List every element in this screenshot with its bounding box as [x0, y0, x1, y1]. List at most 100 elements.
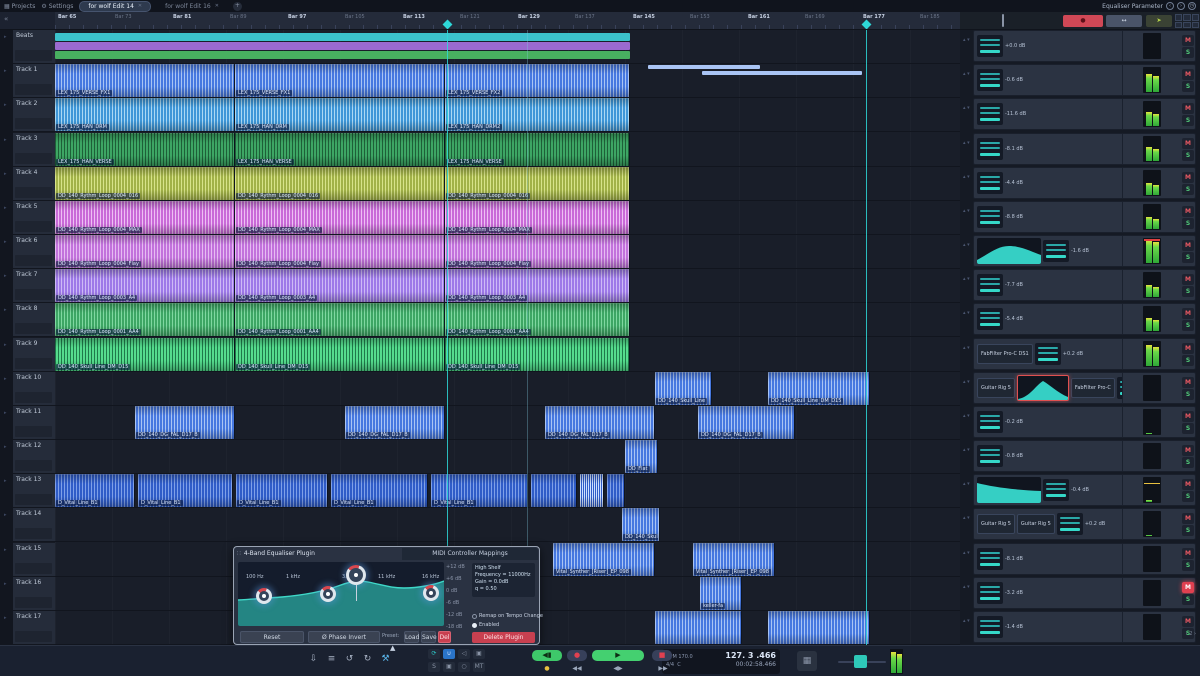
audio-clip[interactable]: [607, 474, 625, 507]
playhead-line[interactable]: [866, 30, 867, 645]
plugin-slot-area[interactable]: Guitar Rig 5FabFilter Pro-C: [974, 373, 1123, 403]
mixer-strip-row[interactable]: -1.4 dBMS: [973, 611, 1196, 643]
eq-band-knob[interactable]: [423, 585, 439, 601]
track-header[interactable]: Track 12: [13, 440, 55, 474]
collapse-tracks-icon[interactable]: «: [4, 15, 8, 23]
audio-clip[interactable]: D_Vital_Line_B1: [431, 474, 528, 507]
solo-button[interactable]: S: [1182, 457, 1194, 468]
reset-button[interactable]: Reset: [240, 631, 304, 643]
track-header[interactable]: Track 1: [13, 64, 55, 98]
volume-db-label[interactable]: -0.6 dB: [1005, 77, 1023, 83]
mini-clip[interactable]: [702, 71, 862, 75]
track-lane[interactable]: LEX_175_HAN_DRMLEX_175_HAN_DRMLEX_175_HA…: [55, 98, 960, 132]
mute-button[interactable]: M: [1182, 513, 1194, 524]
solo-button[interactable]: S: [1182, 525, 1194, 536]
plugin-button[interactable]: FabFilter Pro-C DS1: [977, 344, 1033, 364]
plugin-thumbnail[interactable]: [1043, 479, 1069, 501]
monitor-mode-button[interactable]: ➤: [1146, 15, 1172, 27]
mute-button[interactable]: M: [1182, 103, 1194, 114]
volume-db-label[interactable]: +0.0 dB: [1005, 43, 1025, 49]
plugin-thumbnail[interactable]: [977, 138, 1003, 160]
audio-clip[interactable]: DD_140_Skull_Line_DM_D15: [55, 338, 235, 371]
delete-plugin-button[interactable]: Delete Plugin: [472, 632, 535, 643]
drag-grip-icon[interactable]: ∷: [234, 550, 244, 557]
audio-clip[interactable]: DD_140_Rythm_Loop_0004_Flay: [235, 235, 445, 268]
audio-clip[interactable]: DD_140_Rythm_Loop_0003_A4: [55, 269, 235, 302]
audio-clip[interactable]: D_Vital_Line_B1: [236, 474, 328, 507]
volume-db-label[interactable]: -0.8 dB: [1005, 453, 1023, 459]
audio-clip[interactable]: DD_140_Rythm_Loop_0004_016: [55, 167, 235, 200]
mixer-strip-row[interactable]: -0.4 dBMS: [973, 474, 1196, 506]
master-monitor-button[interactable]: ▦: [797, 651, 817, 671]
mixer-strip-row[interactable]: -0.6 dBMS: [973, 64, 1196, 96]
edit-tab-inactive[interactable]: for wolf Edit 16 ✕: [157, 2, 227, 11]
plugin-thumbnail[interactable]: [977, 103, 1003, 125]
track-lane[interactable]: DD_140_DG_FAL_D17_BDD_140_DG_FAL_D17_BDD…: [55, 406, 960, 440]
mute-button[interactable]: M: [1182, 69, 1194, 80]
track-lane[interactable]: DD_140_Skull_LineDD_140_Skull_Line_DM_D1…: [55, 372, 960, 406]
ruler-bar-label[interactable]: Bar 129: [518, 14, 540, 20]
solo-button[interactable]: S: [1182, 594, 1194, 605]
track-header[interactable]: Track 15: [13, 543, 55, 577]
preset-save-button[interactable]: Save: [421, 631, 436, 643]
audio-clip[interactable]: DD_140_DG_FAL_D17_B: [345, 406, 445, 439]
audio-clip[interactable]: DD_140_Rythm_Loop_0001_AA4: [55, 303, 235, 336]
audio-clip[interactable]: keller-fa: [700, 577, 742, 610]
mute-button[interactable]: M: [1182, 411, 1194, 422]
plugin-slot-area[interactable]: -0.6 dB: [974, 65, 1123, 95]
audio-clip[interactable]: DD_140_Skull_Line_DM_D15: [768, 372, 870, 405]
volume-db-label[interactable]: -8.1 dB: [1005, 556, 1023, 562]
audio-clip[interactable]: [655, 611, 742, 644]
track-header[interactable]: Track 13: [13, 474, 55, 508]
lock-toggle[interactable]: ▣: [473, 649, 485, 659]
track-lane[interactable]: D_Vital_Line_B1D_Vital_Line_B1D_Vital_Li…: [55, 474, 960, 508]
mute-button[interactable]: M: [1182, 206, 1194, 217]
list-icon[interactable]: ≡: [324, 654, 339, 664]
enabled-radio[interactable]: Enabled: [472, 622, 499, 628]
solo-button[interactable]: S: [1182, 252, 1194, 263]
beats-stripe-clip[interactable]: [55, 51, 630, 59]
audio-clip[interactable]: LEX_175_HAN_DRM2: [445, 98, 630, 131]
eq-band-knob[interactable]: [256, 588, 272, 604]
audio-clip[interactable]: LEX_175_VERSE_FX1: [55, 64, 235, 97]
projects-button[interactable]: ▦ Projects: [4, 3, 35, 10]
timeline-ruler[interactable]: Bar 65Bar 73Bar 81Bar 89Bar 97Bar 105Bar…: [55, 12, 960, 30]
timeline-marker-icon[interactable]: [862, 20, 872, 30]
ruler-bar-label[interactable]: Bar 121: [460, 14, 480, 20]
audio-clip[interactable]: DD_140_Skull_Gt: [622, 508, 660, 541]
mute-button[interactable]: M: [1182, 343, 1194, 354]
plugin-slot-area[interactable]: FabFilter Pro-C DS1+0.2 dB: [974, 339, 1123, 369]
new-tab-button[interactable]: +: [233, 2, 242, 11]
metronome-button[interactable]: ●: [540, 664, 554, 673]
mute-button[interactable]: M: [1182, 274, 1194, 285]
track-header[interactable]: Track 5: [13, 201, 55, 235]
plugin-button[interactable]: Guitar Rig 5: [977, 378, 1015, 398]
track-header[interactable]: Track 4: [13, 167, 55, 201]
equaliser-plugin-window[interactable]: ∷ 4-Band Equaliser Plugin MIDI Controlle…: [233, 546, 540, 645]
plugin-slot-area[interactable]: -0.4 dB: [974, 475, 1123, 505]
bars-beats-display[interactable]: 127. 3 .466: [725, 651, 776, 660]
track-lane[interactable]: DD_140_Rythm_Loop_0004_FlayDD_140_Rythm_…: [55, 235, 960, 269]
volume-db-label[interactable]: +0.2 dB: [1085, 521, 1105, 527]
track-lane[interactable]: DD_140_Rythm_Loop_0001_AA4DD_140_Rythm_L…: [55, 303, 960, 337]
mixer-strip-row[interactable]: -0.8 dBMS: [973, 440, 1196, 472]
solo-button[interactable]: S: [1182, 389, 1194, 400]
track-header[interactable]: Track 8: [13, 303, 55, 337]
mixer-strip-row[interactable]: -8.8 dBMS: [973, 201, 1196, 233]
audio-clip[interactable]: D_Vital_Line_B1: [138, 474, 233, 507]
audio-clip[interactable]: DD_Flat: [625, 440, 658, 473]
io-routing-button[interactable]: ↔: [1106, 15, 1142, 27]
ruler-bar-label[interactable]: Bar 65: [58, 14, 76, 20]
plugin-thumbnail[interactable]: [977, 411, 1003, 433]
plugin-thumbnail[interactable]: [1035, 343, 1061, 365]
audio-clip[interactable]: LEX_175_VERSE_FX1: [235, 64, 445, 97]
redo-icon[interactable]: ↻: [360, 654, 375, 664]
track-header[interactable]: Track 9: [13, 338, 55, 372]
punch-toggle[interactable]: ∪: [443, 649, 455, 659]
audio-clip[interactable]: DD_140_Rythm_Loop_0004_MAX: [235, 201, 445, 234]
audio-clip[interactable]: DD_140_Rythm_Loop_0004_MAX: [445, 201, 630, 234]
param-history-button[interactable]: ◷: [1188, 2, 1196, 10]
ruler-bar-label[interactable]: Bar 185: [920, 14, 940, 20]
ruler-bar-label[interactable]: Bar 105: [345, 14, 365, 20]
plugin-slot-area[interactable]: -0.8 dB: [974, 441, 1123, 471]
